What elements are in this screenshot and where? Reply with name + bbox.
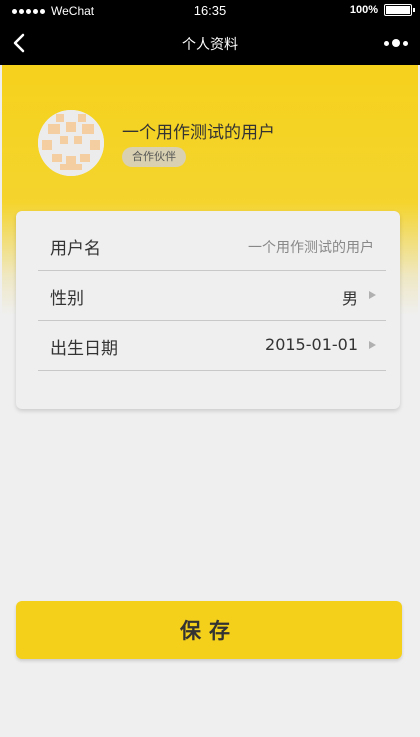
- battery-percent: 100%: [349, 4, 378, 16]
- birthdate-value[interactable]: 2015-01-01: [265, 335, 358, 354]
- username-value[interactable]: 一个用作测试的用户: [248, 237, 374, 257]
- page-title: 个人资料: [182, 37, 238, 53]
- caret-right-icon: [369, 291, 376, 299]
- role-badge: 合作伙伴: [122, 147, 186, 167]
- birthdate-label: 出生日期: [50, 339, 118, 359]
- nav-bar: 个人资料: [0, 22, 420, 65]
- status-bar: WeChat 16:35 100%: [0, 0, 420, 22]
- form-row-birthdate[interactable]: 出生日期 2015-01-01: [38, 320, 386, 371]
- avatar[interactable]: [38, 110, 104, 176]
- username-label: 用户名: [50, 239, 101, 259]
- form-row-gender[interactable]: 性别 男: [38, 270, 386, 321]
- profile-form-card: 用户名 一个用作测试的用户 性别 男 出生日期 2015-01-01: [16, 211, 400, 409]
- gender-value[interactable]: 男: [342, 285, 358, 309]
- avatar-face-icon: [38, 110, 104, 176]
- battery-area: 100%: [349, 4, 415, 16]
- caret-right-icon: [369, 341, 376, 349]
- save-button[interactable]: 保存: [16, 601, 402, 659]
- battery-icon: [384, 4, 415, 16]
- more-button[interactable]: [384, 36, 410, 50]
- more-dots-icon: [384, 39, 408, 47]
- form-row-username[interactable]: 用户名 一个用作测试的用户: [38, 220, 386, 271]
- user-nickname: 一个用作测试的用户: [122, 123, 275, 143]
- gender-label: 性别: [50, 289, 84, 309]
